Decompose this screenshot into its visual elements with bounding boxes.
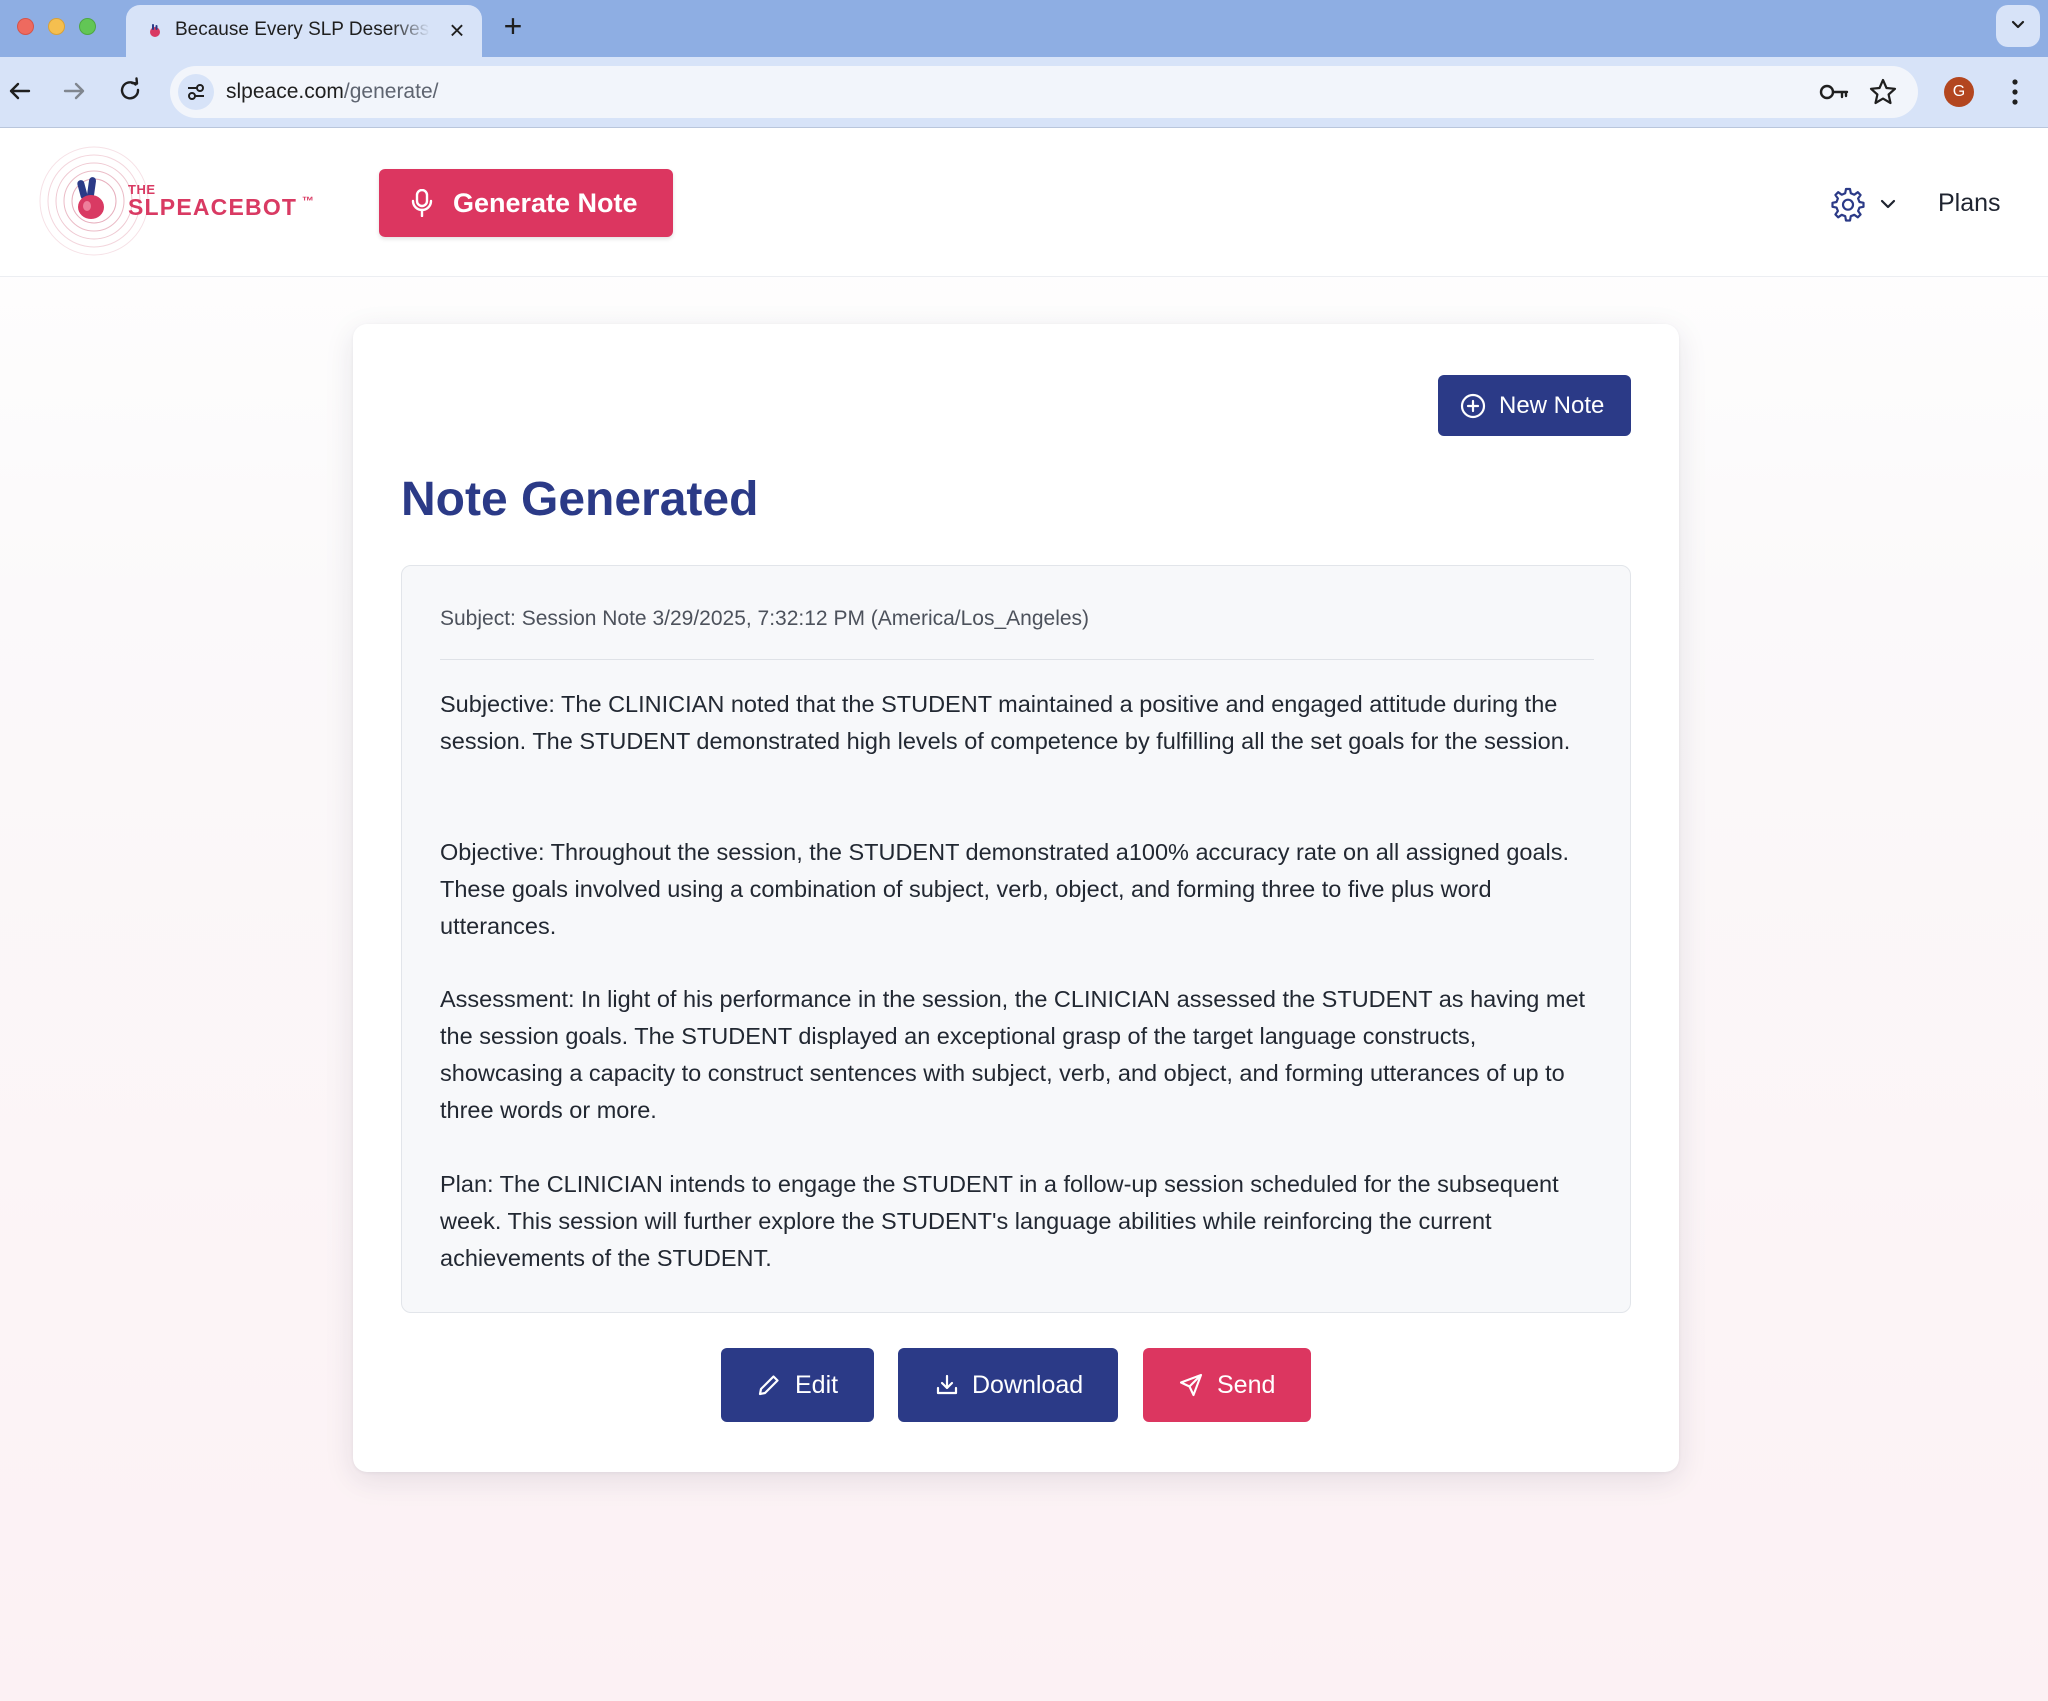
logo-trademark: ™ — [302, 194, 314, 208]
download-label: Download — [972, 1371, 1084, 1399]
close-window-button[interactable] — [17, 18, 34, 35]
generate-note-label: Generate Note — [453, 188, 638, 218]
page: THE SLPEACEBOT ™ Generate Note Plans New… — [0, 128, 2048, 1701]
new-note-button[interactable]: New Note — [1438, 375, 1631, 436]
chevron-down-icon[interactable] — [1878, 194, 1898, 214]
generated-note: Subject: Session Note 3/29/2025, 7:32:12… — [401, 565, 1631, 1313]
minimize-window-button[interactable] — [48, 18, 65, 35]
download-button[interactable]: Download — [898, 1348, 1118, 1422]
address-bar[interactable]: slpeace.com/generate/ — [170, 66, 1918, 118]
logo[interactable]: THE SLPEACEBOT ™ — [34, 146, 334, 256]
divider — [440, 659, 1594, 660]
site-info-button[interactable] — [178, 74, 214, 110]
new-note-label: New Note — [1499, 392, 1605, 419]
url-path: /generate/ — [343, 80, 439, 103]
chevron-down-icon — [2011, 20, 2025, 29]
favicon-icon — [150, 24, 160, 37]
more-icon[interactable] — [2000, 75, 2030, 109]
note-objective: Objective: Throughout the session, the S… — [440, 839, 1570, 939]
browser-tab-strip: Because Every SLP Deserves Peace × + — [0, 0, 2048, 57]
logo-name: SLPEACEBOT — [128, 194, 298, 220]
url-domain: slpeace.com — [226, 80, 344, 103]
plans-link[interactable]: Plans — [1938, 188, 2001, 218]
download-icon — [936, 1374, 958, 1395]
key-icon[interactable] — [1818, 79, 1850, 105]
plus-icon[interactable]: + — [498, 10, 528, 42]
edit-label: Edit — [795, 1371, 839, 1399]
send-icon — [1179, 1373, 1203, 1397]
star-icon[interactable] — [1868, 77, 1898, 107]
page-title: Note Generated — [401, 473, 759, 526]
note-plan: Plan: The CLINICIAN intends to engage th… — [440, 1171, 1559, 1271]
site-header: THE SLPEACEBOT ™ Generate Note Plans — [0, 128, 2048, 277]
pencil-icon — [758, 1375, 779, 1396]
browser-tab[interactable]: Because Every SLP Deserves Peace × — [126, 5, 482, 57]
microphone-icon — [411, 189, 433, 217]
generate-note-button[interactable]: Generate Note — [379, 169, 673, 237]
send-button[interactable]: Send — [1143, 1348, 1311, 1422]
forward-icon[interactable] — [56, 73, 92, 109]
gear-icon[interactable] — [1830, 186, 1866, 222]
tab-search-button[interactable] — [1996, 5, 2040, 47]
browser-toolbar: slpeace.com/generate/ G — [0, 57, 2048, 128]
note-assessment: Assessment: In light of his performance … — [440, 986, 1586, 1123]
send-label: Send — [1217, 1371, 1276, 1399]
maximize-window-button[interactable] — [79, 18, 96, 35]
note-subject: Subject: Session Note 3/29/2025, 7:32:12… — [440, 607, 1090, 630]
site-info-icon — [188, 84, 204, 100]
tab-title: Because Every SLP Deserves Peace — [175, 19, 430, 40]
url-text: slpeace.com/generate/ — [226, 78, 438, 106]
reload-icon[interactable] — [112, 73, 148, 109]
plus-circle-icon — [1460, 393, 1486, 419]
close-icon[interactable]: × — [444, 17, 470, 43]
note-card: New Note Note Generated Subject: Session… — [353, 324, 1679, 1472]
note-subjective: Subjective: The CLINICIAN noted that the… — [440, 691, 1571, 754]
edit-button[interactable]: Edit — [721, 1348, 874, 1422]
back-icon[interactable] — [2, 73, 38, 109]
profile-avatar[interactable]: G — [1944, 77, 1974, 107]
